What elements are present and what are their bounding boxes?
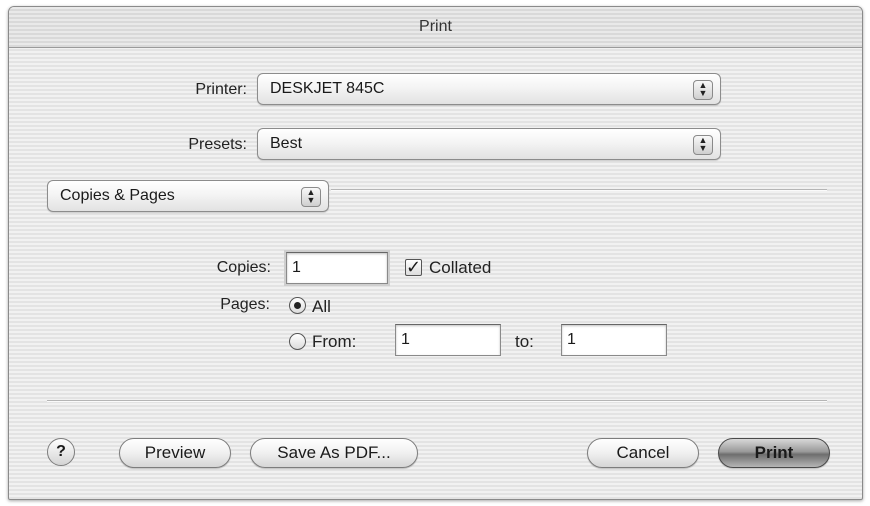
save-as-pdf-button[interactable]: Save As PDF... (250, 438, 418, 468)
collated-label: Collated (429, 258, 492, 277)
presets-popup[interactable]: Best ▲ ▼ (257, 128, 721, 160)
pages-to-field[interactable]: 1 (561, 324, 667, 356)
window-title: Print (9, 7, 862, 48)
pages-all-label: All (312, 297, 331, 316)
panel-separator (331, 189, 827, 191)
pages-label: Pages: (220, 296, 270, 313)
checkmark-icon: ✓ (406, 257, 422, 277)
print-button[interactable]: Print (718, 438, 830, 468)
presets-label: Presets: (188, 136, 247, 153)
preview-button[interactable]: Preview (119, 438, 231, 468)
panel-popup[interactable]: Copies & Pages ▲ ▼ (47, 180, 329, 212)
updown-arrows-icon: ▲ ▼ (693, 80, 713, 100)
printer-value: DESKJET 845C (270, 80, 385, 97)
cancel-button[interactable]: Cancel (587, 438, 699, 468)
copies-field[interactable]: 1 (284, 250, 390, 286)
bottom-separator (47, 400, 827, 402)
pages-all-radio[interactable] (289, 297, 306, 314)
pages-from-label: From: (312, 332, 357, 351)
printer-popup[interactable]: DESKJET 845C ▲ ▼ (257, 73, 721, 105)
radio-dot-icon (294, 302, 301, 309)
updown-arrows-icon: ▲ ▼ (301, 187, 321, 207)
print-dialog: Print Printer: DESKJET 845C ▲ ▼ Presets: … (8, 6, 863, 500)
presets-value: Best (270, 135, 303, 152)
printer-label: Printer: (195, 81, 247, 98)
pages-from-field[interactable]: 1 (395, 324, 501, 356)
panel-value: Copies & Pages (60, 187, 175, 204)
copies-label: Copies: (216, 259, 271, 276)
pages-from-radio[interactable] (289, 333, 306, 350)
help-button[interactable]: ? (47, 438, 75, 466)
updown-arrows-icon: ▲ ▼ (693, 135, 713, 155)
collated-checkbox[interactable]: ✓ (405, 257, 422, 277)
pages-to-label: to: (515, 332, 534, 351)
